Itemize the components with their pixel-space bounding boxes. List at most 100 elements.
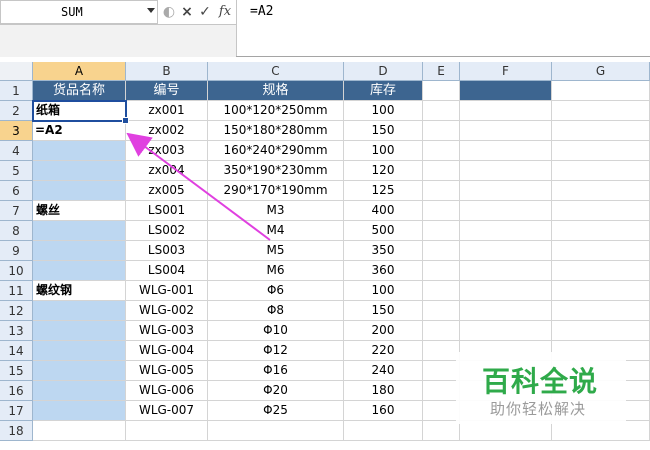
cell-c4[interactable]: 160*240*290mm: [208, 141, 344, 161]
cell-b11[interactable]: WLG-001: [126, 281, 208, 301]
cell-g1[interactable]: [552, 81, 650, 101]
cell-g4[interactable]: [552, 141, 650, 161]
cell-g6[interactable]: [552, 181, 650, 201]
cell-b18[interactable]: [126, 421, 208, 441]
cell-e6[interactable]: [423, 181, 460, 201]
cell-a14[interactable]: [33, 341, 126, 361]
cell-g7[interactable]: [552, 201, 650, 221]
cell-c8[interactable]: M4: [208, 221, 344, 241]
cell-e16[interactable]: [423, 381, 460, 401]
cell-e12[interactable]: [423, 301, 460, 321]
enter-icon[interactable]: ✓: [196, 1, 214, 23]
cell-f11[interactable]: [460, 281, 552, 301]
cell-d8[interactable]: 500: [344, 221, 423, 241]
cell-g8[interactable]: [552, 221, 650, 241]
cell-e14[interactable]: [423, 341, 460, 361]
cell-e5[interactable]: [423, 161, 460, 181]
cell-c1[interactable]: 规格: [208, 81, 344, 101]
cell-a12[interactable]: [33, 301, 126, 321]
column-header-d[interactable]: D: [344, 62, 423, 81]
row-header-13[interactable]: 13: [0, 321, 33, 341]
cell-a4[interactable]: [33, 141, 126, 161]
row-header-18[interactable]: 18: [0, 421, 33, 441]
cell-d10[interactable]: 360: [344, 261, 423, 281]
cell-b6[interactable]: zx005: [126, 181, 208, 201]
cell-a13[interactable]: [33, 321, 126, 341]
select-all-corner[interactable]: [0, 62, 33, 81]
cell-c15[interactable]: Φ16: [208, 361, 344, 381]
cell-b8[interactable]: LS002: [126, 221, 208, 241]
cell-d2[interactable]: 100: [344, 101, 423, 121]
cell-a5[interactable]: [33, 161, 126, 181]
cell-f3[interactable]: [460, 121, 552, 141]
cell-a8[interactable]: [33, 221, 126, 241]
cell-g2[interactable]: [552, 101, 650, 121]
cell-e17[interactable]: [423, 401, 460, 421]
cell-d3[interactable]: 150: [344, 121, 423, 141]
cell-d18[interactable]: [344, 421, 423, 441]
cancel-icon[interactable]: ×: [178, 1, 196, 23]
cell-a10[interactable]: [33, 261, 126, 281]
cell-e4[interactable]: [423, 141, 460, 161]
cell-a9[interactable]: [33, 241, 126, 261]
cell-b7[interactable]: LS001: [126, 201, 208, 221]
cell-d17[interactable]: 160: [344, 401, 423, 421]
cell-f7[interactable]: [460, 201, 552, 221]
row-header-14[interactable]: 14: [0, 341, 33, 361]
row-header-7[interactable]: 7: [0, 201, 33, 221]
cell-f10[interactable]: [460, 261, 552, 281]
cell-e13[interactable]: [423, 321, 460, 341]
cell-b4[interactable]: zx003: [126, 141, 208, 161]
row-header-3[interactable]: 3: [0, 121, 33, 141]
column-header-g[interactable]: G: [552, 62, 650, 81]
cell-d12[interactable]: 150: [344, 301, 423, 321]
cell-c18[interactable]: [208, 421, 344, 441]
cell-g10[interactable]: [552, 261, 650, 281]
cell-g12[interactable]: [552, 301, 650, 321]
cell-c16[interactable]: Φ20: [208, 381, 344, 401]
cell-c14[interactable]: Φ12: [208, 341, 344, 361]
cell-c11[interactable]: Φ6: [208, 281, 344, 301]
row-header-2[interactable]: 2: [0, 101, 33, 121]
cell-d13[interactable]: 200: [344, 321, 423, 341]
column-header-a[interactable]: A: [33, 62, 126, 81]
row-header-12[interactable]: 12: [0, 301, 33, 321]
cell-c6[interactable]: 290*170*190mm: [208, 181, 344, 201]
cell-b1[interactable]: 编号: [126, 81, 208, 101]
column-header-f[interactable]: F: [460, 62, 552, 81]
cell-e15[interactable]: [423, 361, 460, 381]
row-header-6[interactable]: 6: [0, 181, 33, 201]
cell-a3[interactable]: =A2: [33, 121, 126, 141]
cell-f2[interactable]: [460, 101, 552, 121]
row-header-11[interactable]: 11: [0, 281, 33, 301]
row-header-4[interactable]: 4: [0, 141, 33, 161]
cell-a7[interactable]: 螺丝: [33, 201, 126, 221]
cell-d1[interactable]: 库存: [344, 81, 423, 101]
cell-a15[interactable]: [33, 361, 126, 381]
cell-e8[interactable]: [423, 221, 460, 241]
cell-c12[interactable]: Φ8: [208, 301, 344, 321]
cell-e2[interactable]: [423, 101, 460, 121]
cell-f8[interactable]: [460, 221, 552, 241]
column-header-e[interactable]: E: [423, 62, 460, 81]
cell-d16[interactable]: 180: [344, 381, 423, 401]
cell-e9[interactable]: [423, 241, 460, 261]
row-header-5[interactable]: 5: [0, 161, 33, 181]
cell-d14[interactable]: 220: [344, 341, 423, 361]
cell-b5[interactable]: zx004: [126, 161, 208, 181]
cell-c7[interactable]: M3: [208, 201, 344, 221]
cell-d4[interactable]: 100: [344, 141, 423, 161]
cell-a17[interactable]: [33, 401, 126, 421]
row-header-10[interactable]: 10: [0, 261, 33, 281]
chevron-down-icon[interactable]: [147, 8, 155, 13]
cell-b12[interactable]: WLG-002: [126, 301, 208, 321]
insert-function-icon[interactable]: fx: [216, 1, 234, 23]
row-header-9[interactable]: 9: [0, 241, 33, 261]
cell-g18[interactable]: [552, 421, 650, 441]
cell-f5[interactable]: [460, 161, 552, 181]
cell-c17[interactable]: Φ25: [208, 401, 344, 421]
cell-f9[interactable]: [460, 241, 552, 261]
cell-b2[interactable]: zx001: [126, 101, 208, 121]
cell-a16[interactable]: [33, 381, 126, 401]
cell-b16[interactable]: WLG-006: [126, 381, 208, 401]
